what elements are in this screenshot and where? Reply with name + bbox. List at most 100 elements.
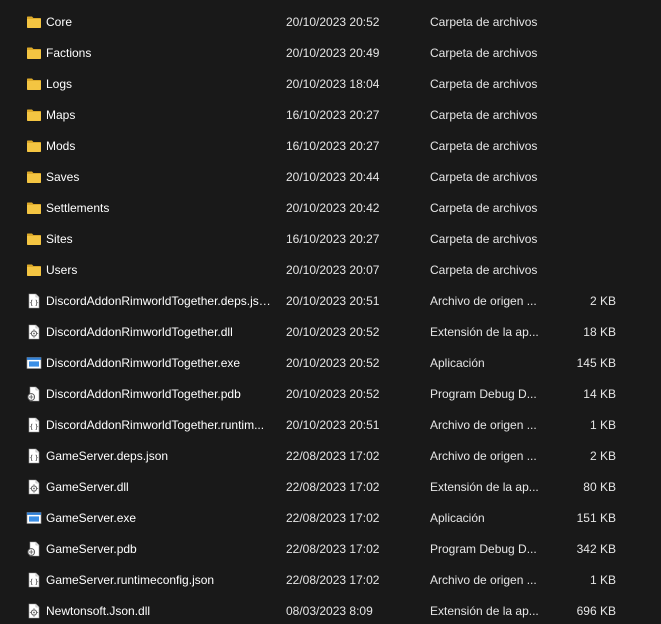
file-name: Saves: [46, 170, 80, 184]
folder-row[interactable]: Core 20/10/2023 20:52 Carpeta de archivos: [0, 7, 661, 38]
file-name: Mods: [46, 139, 76, 153]
dll-file-icon: [26, 324, 42, 340]
file-row[interactable]: DiscordAddonRimworldTogether.exe 20/10/20…: [0, 348, 661, 379]
file-name: Settlements: [46, 201, 110, 215]
folder-icon: [26, 262, 42, 278]
file-size: 151 KB: [576, 511, 616, 525]
file-name: DiscordAddonRimworldTogether.pdb: [46, 387, 241, 401]
folder-icon: [26, 45, 42, 61]
file-type: Program Debug D...: [430, 387, 537, 401]
file-type: Carpeta de archivos: [430, 77, 538, 91]
file-row[interactable]: GameServer.exe 22/08/2023 17:02 Aplicación…: [0, 503, 661, 534]
file-type: Carpeta de archivos: [430, 201, 538, 215]
folder-row[interactable]: Saves 20/10/2023 20:44 Carpeta de archivos: [0, 162, 661, 193]
file-size: 1 KB: [589, 573, 616, 587]
folder-icon: [26, 138, 42, 154]
file-type: Carpeta de archivos: [430, 170, 538, 184]
folder-icon: [26, 200, 42, 216]
file-name: Newtonsoft.Json.dll: [46, 604, 151, 618]
file-date-modified: 08/03/2023 8:09: [286, 604, 373, 618]
file-name: Factions: [46, 46, 92, 60]
file-row[interactable]: GameServer.pdb 22/08/2023 17:02 Program De…: [0, 534, 661, 565]
file-type: Archivo de origen ...: [430, 449, 537, 463]
file-name: GameServer.dll: [46, 480, 129, 494]
file-type: Aplicación: [430, 356, 485, 370]
file-date-modified: 20/10/2023 20:49: [286, 46, 380, 60]
file-type: Archivo de origen ...: [430, 573, 537, 587]
file-name: DiscordAddonRimworldTogether.exe: [46, 356, 241, 370]
file-date-modified: 20/10/2023 20:44: [286, 170, 380, 184]
file-name: GameServer.deps.json: [46, 449, 169, 463]
exe-file-icon: [26, 355, 42, 371]
file-date-modified: 20/10/2023 20:51: [286, 294, 380, 308]
file-type: Extensión de la ap...: [430, 480, 539, 494]
file-date-modified: 20/10/2023 20:52: [286, 15, 380, 29]
file-type: Carpeta de archivos: [430, 232, 538, 246]
file-name: Sites: [46, 232, 73, 246]
file-row[interactable]: DiscordAddonRimworldTogether.pdb 20/10/20…: [0, 379, 661, 410]
file-name: Logs: [46, 77, 73, 91]
file-row[interactable]: DiscordAddonRimworldTogether.dll 20/10/20…: [0, 317, 661, 348]
file-date-modified: 20/10/2023 20:52: [286, 356, 380, 370]
json-file-icon: [26, 448, 42, 464]
file-type: Carpeta de archivos: [430, 46, 538, 60]
file-type: Extensión de la ap...: [430, 604, 539, 618]
file-size: 2 KB: [589, 294, 616, 308]
json-file-icon: [26, 417, 42, 433]
file-row[interactable]: Newtonsoft.Json.dll 08/03/2023 8:09 Extens…: [0, 596, 661, 624]
file-size: 696 KB: [576, 604, 616, 618]
file-size: 1 KB: [589, 418, 616, 432]
dll-file-icon: [26, 479, 42, 495]
folder-row[interactable]: Sites 16/10/2023 20:27 Carpeta de archivos: [0, 224, 661, 255]
file-name: Core: [46, 15, 73, 29]
file-date-modified: 20/10/2023 20:42: [286, 201, 380, 215]
file-type: Program Debug D...: [430, 542, 537, 556]
file-size: 80 KB: [583, 480, 616, 494]
file-date-modified: 22/08/2023 17:02: [286, 480, 380, 494]
file-date-modified: 22/08/2023 17:02: [286, 573, 380, 587]
file-row[interactable]: DiscordAddonRimworldTogether.deps.json 20…: [0, 286, 661, 317]
file-type: Carpeta de archivos: [430, 263, 538, 277]
file-date-modified: 16/10/2023 20:27: [286, 232, 380, 246]
dll-file-icon: [26, 603, 42, 619]
folder-row[interactable]: Logs 20/10/2023 18:04 Carpeta de archivos: [0, 69, 661, 100]
file-row[interactable]: GameServer.runtimeconfig.json 22/08/2023 …: [0, 565, 661, 596]
file-name: DiscordAddonRimworldTogether.dll: [46, 325, 233, 339]
folder-row[interactable]: Mods 16/10/2023 20:27 Carpeta de archivos: [0, 131, 661, 162]
folder-row[interactable]: Users 20/10/2023 20:07 Carpeta de archivos: [0, 255, 661, 286]
file-row[interactable]: DiscordAddonRimworldTogether.runtim... 20…: [0, 410, 661, 441]
folder-icon: [26, 169, 42, 185]
file-row[interactable]: GameServer.dll 22/08/2023 17:02 Extensión …: [0, 472, 661, 503]
top-divider: [0, 0, 661, 1]
pdb-file-icon: [26, 541, 42, 557]
file-size: 18 KB: [583, 325, 616, 339]
file-date-modified: 22/08/2023 17:02: [286, 511, 380, 525]
file-size: 342 KB: [576, 542, 616, 556]
file-type: Extensión de la ap...: [430, 325, 539, 339]
folder-row[interactable]: Maps 16/10/2023 20:27 Carpeta de archivos: [0, 100, 661, 131]
folder-row[interactable]: Factions 20/10/2023 20:49 Carpeta de archi…: [0, 38, 661, 69]
file-name: DiscordAddonRimworldTogether.deps.json: [46, 294, 272, 308]
file-name: DiscordAddonRimworldTogether.runtim...: [46, 418, 265, 432]
file-date-modified: 20/10/2023 20:52: [286, 325, 380, 339]
file-date-modified: 20/10/2023 18:04: [286, 77, 380, 91]
file-type: Carpeta de archivos: [430, 139, 538, 153]
file-name: Maps: [46, 108, 76, 122]
file-name: GameServer.exe: [46, 511, 137, 525]
folder-icon: [26, 76, 42, 92]
json-file-icon: [26, 572, 42, 588]
file-type: Aplicación: [430, 511, 485, 525]
folder-icon: [26, 107, 42, 123]
folder-row[interactable]: Settlements 20/10/2023 20:42 Carpeta de ar…: [0, 193, 661, 224]
file-date-modified: 20/10/2023 20:07: [286, 263, 380, 277]
file-date-modified: 16/10/2023 20:27: [286, 108, 380, 122]
file-type: Carpeta de archivos: [430, 15, 538, 29]
file-date-modified: 20/10/2023 20:52: [286, 387, 380, 401]
file-size: 145 KB: [576, 356, 616, 370]
file-type: Carpeta de archivos: [430, 108, 538, 122]
file-name: GameServer.runtimeconfig.json: [46, 573, 215, 587]
folder-icon: [26, 231, 42, 247]
file-type: Archivo de origen ...: [430, 294, 537, 308]
file-type: Archivo de origen ...: [430, 418, 537, 432]
file-row[interactable]: GameServer.deps.json 22/08/2023 17:02 Arch…: [0, 441, 661, 472]
